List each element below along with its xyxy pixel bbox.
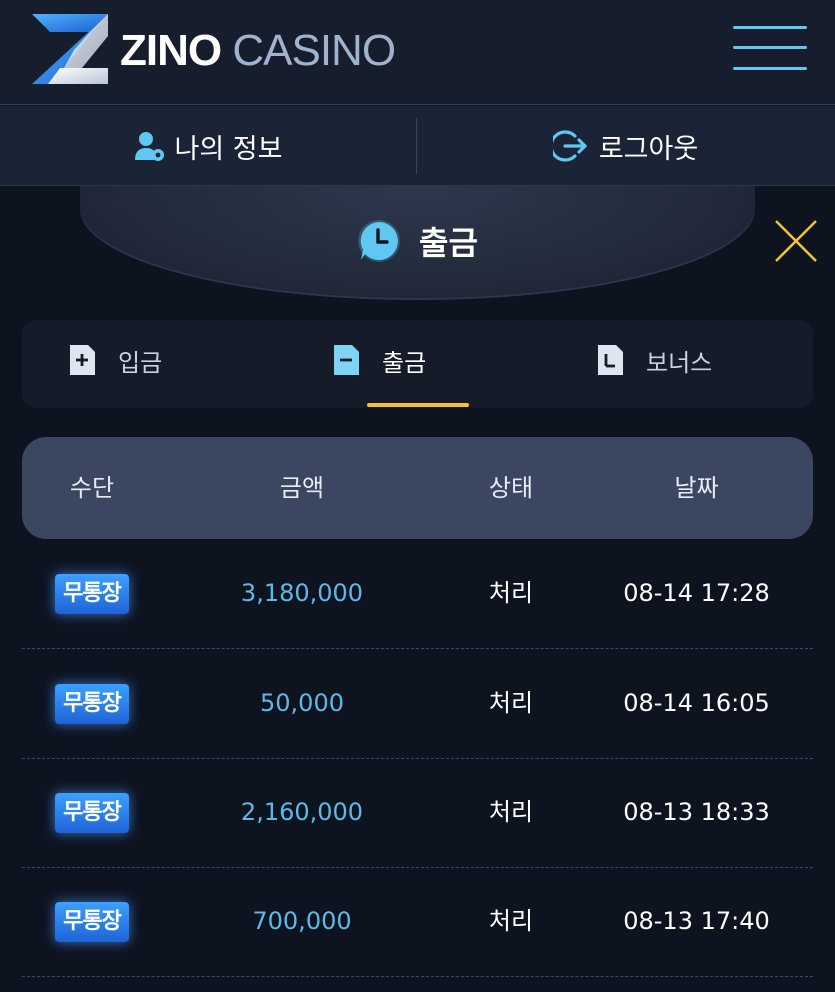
brand-name: ZINO CASINO <box>120 26 396 75</box>
top-header: ZINO CASINO <box>0 0 835 105</box>
user-gear-icon <box>134 132 164 161</box>
method-badge: 무통장 <box>55 684 129 724</box>
table-row: 무통장 3,180,000 처리 08-14 17:28 <box>22 539 813 649</box>
method-badge: 무통장 <box>55 793 129 833</box>
tab-bonus[interactable]: 보너스 <box>596 338 712 382</box>
date-cell: 08-14 16:05 <box>623 689 770 717</box>
panel-title-text: 출금 <box>419 224 478 262</box>
file-clock-icon <box>598 345 623 375</box>
clock-chat-icon <box>358 220 401 262</box>
method-badge: 무통장 <box>55 574 129 614</box>
panel-title-area: 출금 <box>0 186 835 301</box>
file-plus-icon <box>70 345 95 375</box>
tab-deposit-label: 입금 <box>118 348 163 377</box>
panel-title: 출금 <box>0 216 835 266</box>
column-header-date: 날짜 <box>674 474 719 502</box>
zino-logo-mark <box>32 14 108 84</box>
method-badge: 무통장 <box>55 902 129 942</box>
tab-withdraw-label: 출금 <box>382 348 427 377</box>
amount-cell: 50,000 <box>260 689 344 717</box>
date-cell: 08-13 18:33 <box>623 798 770 826</box>
transaction-tabs: 입금 출금 보너스 <box>22 320 813 408</box>
method-cell: 무통장 <box>22 539 162 647</box>
status-cell: 처리 <box>488 689 534 717</box>
active-tab-indicator <box>367 403 469 407</box>
logout-label: 로그아웃 <box>598 133 699 165</box>
table-header: 수단 금액 상태 날짜 <box>22 437 813 539</box>
date-cell: 08-14 17:28 <box>623 579 770 607</box>
column-header-status: 상태 <box>488 474 534 502</box>
tab-deposit[interactable]: 입금 <box>68 338 162 382</box>
column-header-method: 수단 <box>69 474 115 502</box>
table-row: 무통장 700,000 처리 08-13 17:40 <box>22 867 813 977</box>
brand-name-secondary: CASINO <box>232 26 396 75</box>
logout-button[interactable]: 로그아웃 <box>417 106 834 186</box>
amount-cell: 2,160,000 <box>240 798 364 826</box>
hamburger-icon[interactable] <box>733 26 807 74</box>
file-minus-icon <box>334 345 359 375</box>
close-icon[interactable] <box>773 218 819 264</box>
status-cell: 처리 <box>488 798 534 826</box>
method-cell: 무통장 <box>22 649 162 757</box>
method-cell: 무통장 <box>22 867 162 975</box>
method-cell: 무통장 <box>22 758 162 866</box>
account-bar: 나의 정보 로그아웃 <box>0 106 835 186</box>
tab-bonus-label: 보너스 <box>646 348 713 377</box>
amount-cell: 3,180,000 <box>240 579 364 607</box>
table-row: 무통장 2,160,000 처리 08-13 18:33 <box>22 758 813 868</box>
brand-name-primary: ZINO <box>120 26 222 75</box>
my-info-label: 나의 정보 <box>174 133 283 165</box>
brand-logo[interactable]: ZINO CASINO <box>30 12 450 87</box>
column-header-amount: 금액 <box>279 474 325 502</box>
my-info-button[interactable]: 나의 정보 <box>0 106 417 186</box>
date-cell: 08-13 17:40 <box>623 907 770 935</box>
logout-icon <box>552 130 587 162</box>
table-row: 무통장 50,000 처리 08-14 16:05 <box>22 649 813 759</box>
status-cell: 처리 <box>488 907 534 935</box>
tab-withdraw[interactable]: 출금 <box>332 338 426 382</box>
amount-cell: 700,000 <box>252 907 352 935</box>
status-cell: 처리 <box>488 579 534 607</box>
